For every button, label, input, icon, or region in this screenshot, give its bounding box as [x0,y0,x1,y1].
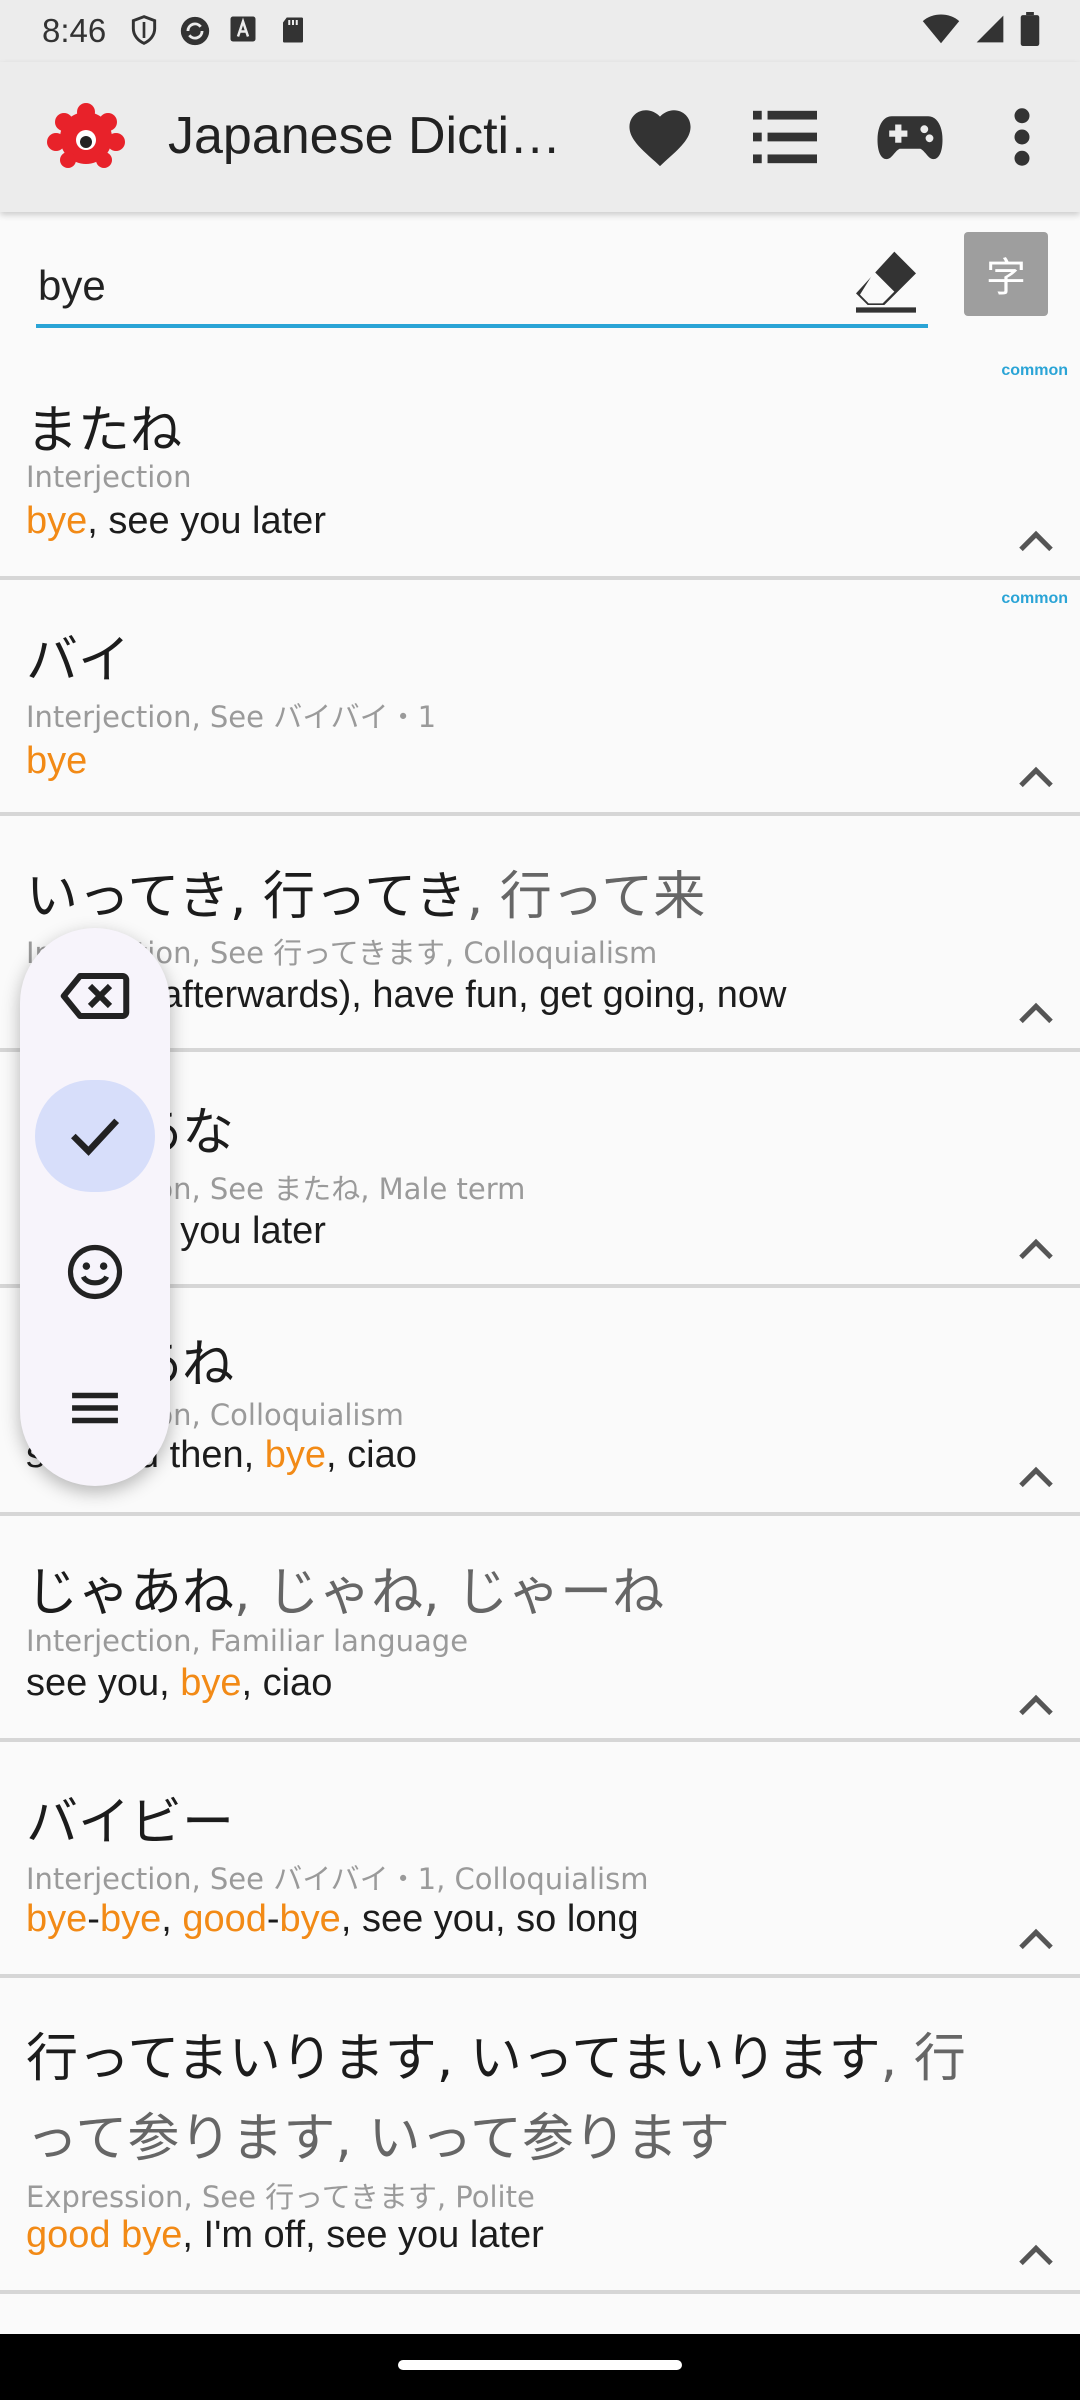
expand-chevron-icon[interactable] [1016,998,1056,1028]
expand-chevron-icon[interactable] [1016,1690,1056,1720]
result-word: バイ [26,631,131,691]
check-icon [71,1118,120,1156]
menu-button[interactable] [35,1352,155,1464]
result-item[interactable]: じゃあね, じゃね, じゃーね Interjection, Familiar l… [0,1516,1080,1742]
backspace-icon [60,973,130,1019]
result-part-of-speech: Interjection, See バイバイ・1, Colloquialism [26,1862,649,1896]
common-badge: common [1001,590,1068,607]
meaning-text: - [87,1898,100,1940]
emoji-icon [67,1244,123,1300]
status-bar: 8:46 [0,0,1080,62]
confirm-button[interactable] [35,1080,155,1192]
meaning-text: see you, [26,1662,181,1704]
search-bar: 字 [0,212,1080,352]
expand-chevron-icon[interactable] [1016,762,1056,792]
search-input[interactable] [36,246,836,326]
search-underline [36,324,928,328]
wifi-icon [922,13,960,50]
result-word: いってき, 行ってき, 行って来 [26,867,706,927]
overflow-menu-button[interactable] [982,97,1062,177]
highlighted-match: good [182,1898,267,1940]
result-meaning: bye-bye, good-bye, see you, so long [26,1898,639,1941]
highlighted-match: bye [121,2214,183,2256]
screen: 8:46 Japanese Dicti… bye 字 common またね In… [0,0,1080,2400]
status-notification-icons [128,14,310,46]
sync-icon [178,14,210,46]
result-part-of-speech: Interjection [26,460,192,494]
meaning-text: - [266,1898,280,1940]
meaning-text: , see you, so long [340,1898,639,1940]
favorites-button[interactable] [620,97,700,177]
highlighted-match: bye [26,500,88,542]
more-vert-icon [1014,108,1030,166]
app-bar: Japanese Dicti… [0,62,1080,212]
meaning-text [111,2214,122,2256]
cell-signal-icon [974,13,1006,50]
floating-toolbar [20,928,170,1486]
clear-search-button[interactable] [846,240,926,320]
highlighted-match: bye [264,1434,327,1476]
highlighted-match: good [26,2214,111,2256]
common-badge: common [1001,362,1068,379]
emoji-button[interactable] [35,1216,155,1328]
kanji-search-button[interactable]: 字 [964,232,1048,316]
result-item[interactable]: common またね Interjection bye, see you lat… [0,352,1080,580]
meaning-text: , I'm off, see you later [182,2214,544,2256]
result-item[interactable]: バイビー Interjection, See バイバイ・1, Colloquia… [0,1742,1080,1978]
list-icon [753,110,817,164]
meaning-text: , see you later [87,500,326,542]
result-word: またね [26,401,183,461]
meaning-text: , ciao [241,1662,333,1704]
shield-icon [128,14,160,46]
sd-card-icon [278,14,310,46]
app-logo-icon [44,100,128,174]
result-item[interactable]: 行ってまいります, いってまいります, 行 って参ります, いって参ります Ex… [0,1978,1080,2294]
result-meaning: see you, bye, ciao [26,1662,332,1705]
result-part-of-speech: Expression, See 行ってきます, Polite [26,2180,535,2214]
highlighted-match: bye [279,1898,341,1940]
result-word: じゃあね, じゃね, じゃーね [26,1563,665,1623]
result-word: 行ってまいります, いってまいります, 行 [26,2029,966,2089]
result-part-of-speech: Interjection, See バイバイ・1 [26,700,437,734]
font-a-icon [228,14,260,46]
expand-chevron-icon[interactable] [1016,2240,1056,2270]
result-part-of-speech: Interjection, Familiar language [26,1624,469,1658]
meaning-text: , [161,1898,183,1940]
expand-chevron-icon[interactable] [1016,1924,1056,1954]
navigation-bar [0,2334,1080,2400]
expand-chevron-icon[interactable] [1016,526,1056,556]
status-system-icons [922,12,1040,51]
highlighted-match: bye [26,740,88,782]
highlighted-match: bye [99,1898,162,1940]
highlighted-match: bye [180,1662,242,1704]
meaning-text: , ciao [326,1434,417,1476]
result-meaning: bye, see you later [26,500,326,543]
word-lists-button[interactable] [745,97,825,177]
quiz-games-button[interactable] [870,97,950,177]
eraser-icon [856,251,916,313]
heart-icon [629,110,691,167]
result-item[interactable]: common バイ Interjection, See バイバイ・1 bye [0,580,1080,816]
backspace-button[interactable] [35,940,155,1052]
expand-chevron-icon[interactable] [1016,1234,1056,1264]
result-word: バイビー [26,1793,235,1853]
result-meaning: bye [26,740,87,783]
app-title: Japanese Dicti… [168,107,562,165]
gamepad-icon [877,116,943,160]
status-time: 8:46 [42,12,107,49]
expand-chevron-icon[interactable] [1016,1462,1056,1492]
highlighted-match: bye [26,1898,88,1940]
home-gesture-handle[interactable] [398,2360,682,2370]
result-word-continued: って参ります, いって参ります [26,2109,730,2169]
result-meaning: good bye, I'm off, see you later [26,2214,544,2257]
battery-icon [1020,12,1040,51]
menu-icon [72,1392,118,1424]
